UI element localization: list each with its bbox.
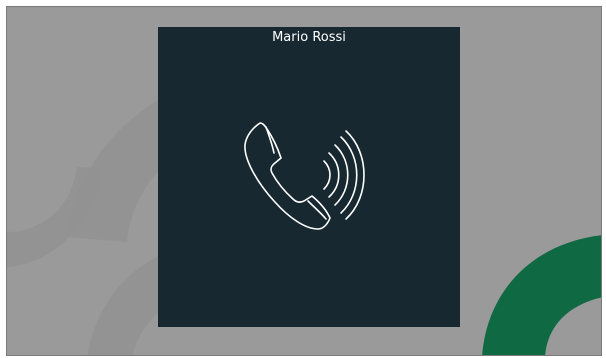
caller-name: Mario Rossi — [272, 30, 346, 45]
accent-arc — [482, 235, 601, 355]
phone-ringing-icon — [244, 122, 365, 230]
call-screen: Mario Rossi — [6, 6, 602, 356]
incoming-call-panel: Mario Rossi — [158, 27, 460, 327]
